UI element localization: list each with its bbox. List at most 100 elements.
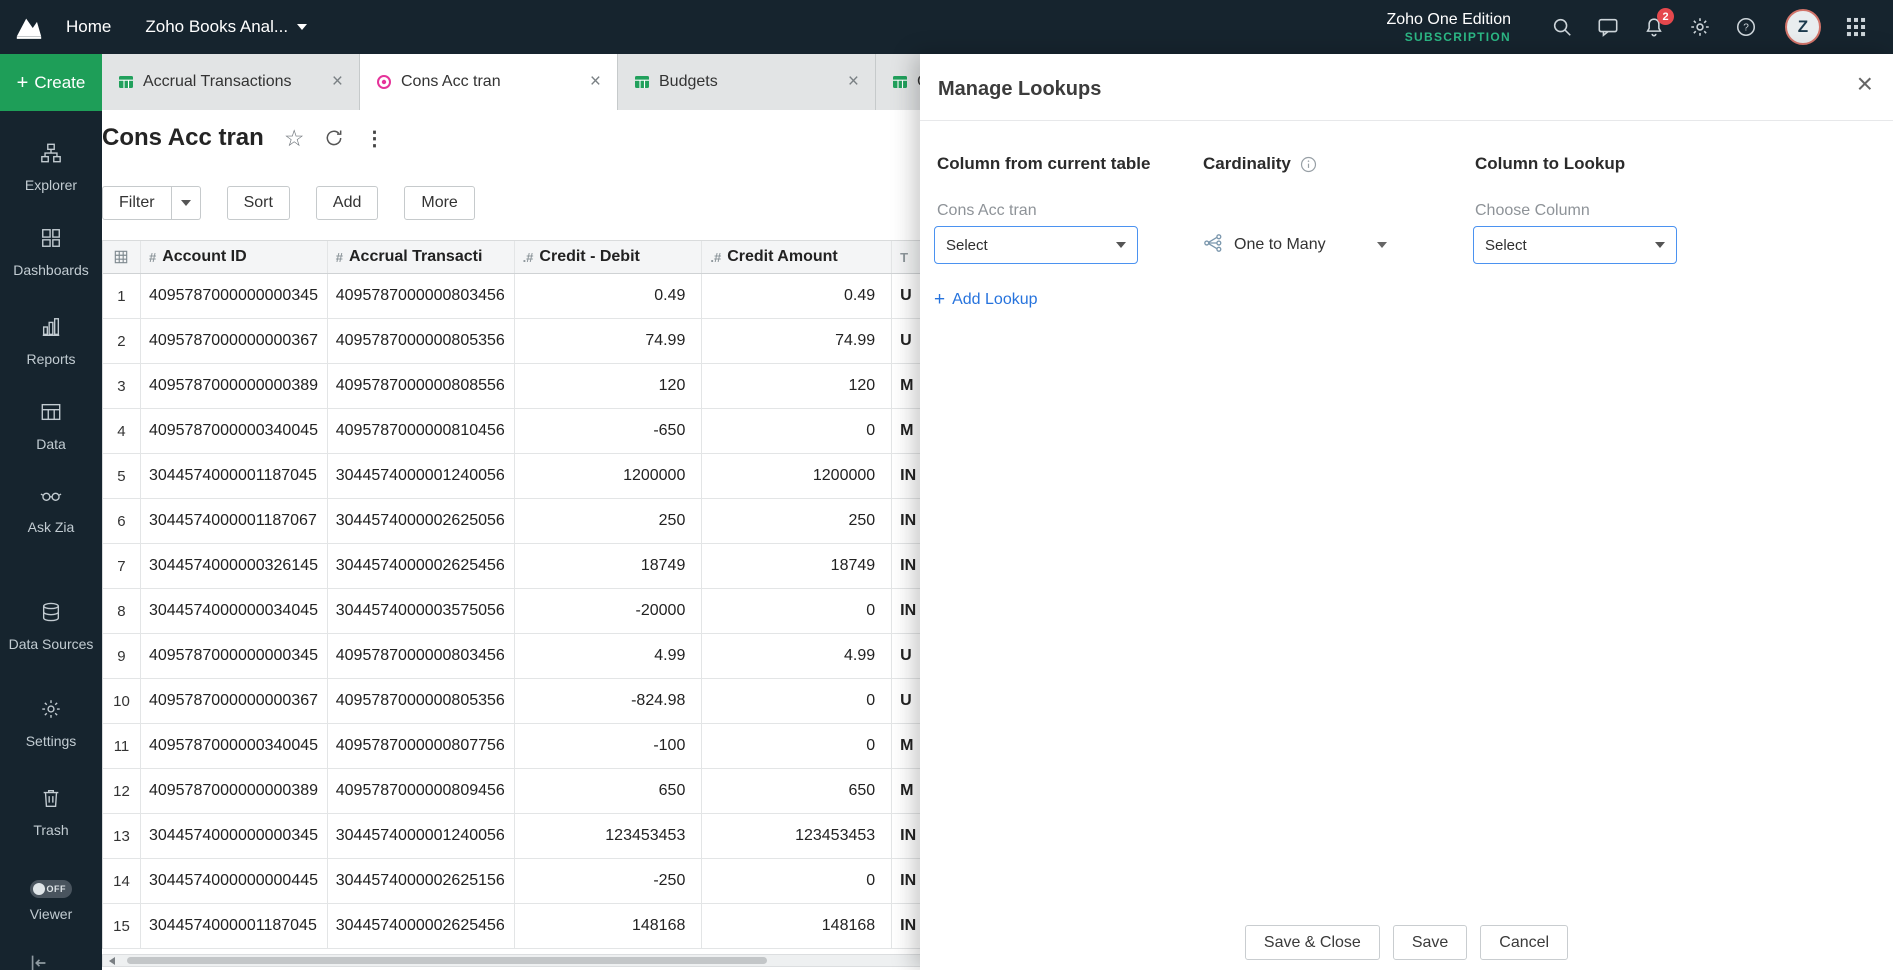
cell-credit-debit: 148168 (515, 904, 703, 948)
filter-button[interactable]: Filter (102, 186, 172, 220)
choose-column-label: Choose Column (1475, 202, 1590, 219)
column-header-credit-debit[interactable]: .# Credit - Debit (515, 241, 703, 273)
cell-accrual-transaction: 3044574000002625456 (328, 904, 515, 948)
close-icon[interactable]: × (846, 71, 861, 93)
sidebar-item-label: Dashboards (13, 262, 89, 278)
feedback-chat-icon[interactable] (1597, 16, 1619, 38)
modal-title: Manage Lookups (938, 78, 1102, 100)
cell-credit-debit: 1200000 (515, 454, 703, 498)
row-number: 14 (103, 859, 141, 903)
column-header-accrual-transacti[interactable]: # Accrual Transacti (328, 241, 515, 273)
table-row[interactable]: 8 3044574000000034045 3044574000003575056-… (103, 589, 1052, 634)
row-number: 10 (103, 679, 141, 723)
more-options-kebab-icon[interactable]: ⋮ (364, 126, 384, 151)
row-number: 4 (103, 409, 141, 453)
avatar[interactable]: Z (1785, 9, 1821, 45)
add-button[interactable]: Add (315, 186, 379, 220)
table-row[interactable]: 7 3044574000000326145 3044574000002625456 1… (103, 544, 1052, 589)
table-row[interactable]: 5 3044574000001187045 3044574000001240056 1… (103, 454, 1052, 499)
cardinality-select[interactable]: One to Many (1203, 226, 1387, 264)
notifications-bell-icon[interactable]: 2 (1643, 8, 1674, 38)
help-icon[interactable]: ? (1735, 16, 1757, 38)
column-from-current-table-header: Column from current table (937, 154, 1151, 173)
cancel-button[interactable]: Cancel (1480, 925, 1569, 960)
scroll-left-icon[interactable] (109, 957, 115, 965)
row-number: 9 (103, 634, 141, 678)
cell-credit-amount: 18749 (702, 544, 893, 588)
add-lookup-link[interactable]: + Add Lookup (934, 290, 1038, 309)
sidebar-item-viewer[interactable]: OFF Viewer (0, 880, 102, 923)
table-row[interactable]: 9 4095787000000000345 4095787000000803456 4… (103, 634, 1052, 679)
row-number: 13 (103, 814, 141, 858)
workspace-switcher[interactable]: Zoho Books Anal... (145, 17, 308, 37)
table-row[interactable]: 3 4095787000000000389 4095787000000808556 1… (103, 364, 1052, 409)
toggle-state-label: OFF (46, 884, 66, 894)
modal-footer: Save & Close Save Cancel (920, 925, 1893, 960)
sidebar: + Create Explorer Dashboards Reports Data As… (0, 54, 102, 970)
cell-account-id: 3044574000000000445 (141, 859, 328, 903)
collapse-sidebar-icon[interactable] (28, 952, 50, 970)
sidebar-item-dashboards[interactable]: Dashboards (0, 227, 102, 279)
info-icon[interactable] (1300, 156, 1317, 173)
row-number: 6 (103, 499, 141, 543)
cell-accrual-transaction: 3044574000001240056 (328, 454, 515, 498)
sidebar-item-explorer[interactable]: Explorer (0, 142, 102, 194)
cardinality-header: Cardinality (1203, 154, 1317, 174)
sidebar-item-label: Explorer (24, 177, 78, 193)
table-row[interactable]: 11 4095787000000340045 4095787000000807756… (103, 724, 1052, 769)
search-icon[interactable] (1551, 16, 1573, 38)
data-icon (40, 401, 62, 428)
table-row[interactable]: 12 4095787000000000389 4095787000000809456… (103, 769, 1052, 814)
select-all-grid-icon[interactable] (103, 241, 141, 273)
chevron-down-icon (297, 24, 308, 30)
subscription-link[interactable]: SUBSCRIPTION (1386, 30, 1511, 44)
home-link[interactable]: Home (66, 17, 111, 37)
sidebar-item-ask-zia[interactable]: Ask Zia (0, 484, 102, 536)
lookup-column-select[interactable]: Select (1473, 226, 1677, 264)
save-and-close-button[interactable]: Save & Close (1244, 925, 1380, 960)
close-icon[interactable]: × (588, 71, 603, 93)
column-header-credit-amount[interactable]: .# Credit Amount (702, 241, 893, 273)
sidebar-item-data-sources[interactable]: Data Sources (0, 601, 102, 653)
sort-button[interactable]: Sort (226, 186, 290, 220)
refresh-icon[interactable] (324, 128, 344, 148)
sidebar-item-settings[interactable]: Settings (0, 698, 102, 750)
close-icon[interactable]: × (330, 71, 345, 93)
column-header-account-id[interactable]: # Account ID (141, 241, 328, 273)
more-button[interactable]: More (404, 186, 475, 220)
scroll-thumb[interactable] (127, 957, 767, 964)
filter-dropdown-button[interactable] (171, 186, 201, 220)
cell-credit-debit: -824.98 (515, 679, 703, 723)
table-row[interactable]: 4 4095787000000340045 4095787000000810456-… (103, 409, 1052, 454)
cell-accrual-transaction: 3044574000001240056 (328, 814, 515, 858)
apps-grid-icon[interactable] (1845, 16, 1867, 38)
cell-credit-amount: 123453453 (702, 814, 893, 858)
table-row[interactable]: 13 3044574000000000345 3044574000001240056… (103, 814, 1052, 859)
viewer-toggle[interactable]: OFF (30, 880, 72, 898)
settings-gear-icon[interactable] (1689, 16, 1711, 38)
table-row[interactable]: 1 4095787000000000345 4095787000000803456 0… (103, 274, 1052, 319)
table-row[interactable]: 15 3044574000001187045 3044574000002625456… (103, 904, 1052, 949)
caret-down-icon (1655, 242, 1665, 248)
sidebar-item-data[interactable]: Data (0, 401, 102, 453)
sidebar-nav: Explorer Dashboards Reports Data Ask Zia Data… (0, 54, 102, 970)
settings-icon (40, 698, 62, 725)
sidebar-item-trash[interactable]: Trash (0, 787, 102, 839)
caret-down-icon (1376, 242, 1387, 248)
table-row[interactable]: 14 3044574000000000445 3044574000002625156… (103, 859, 1052, 904)
table-row[interactable]: 10 4095787000000000367 4095787000000805356… (103, 679, 1052, 724)
tab-budgets[interactable]: Budgets × (618, 54, 876, 110)
horizontal-scrollbar[interactable] (102, 954, 1002, 967)
tab-accrual-transactions[interactable]: Accrual Transactions × (102, 54, 360, 110)
zoho-analytics-logo[interactable] (14, 12, 44, 42)
favorite-star-icon[interactable]: ☆ (284, 125, 305, 152)
current-column-select[interactable]: Select (934, 226, 1138, 264)
cell-credit-debit: 120 (515, 364, 703, 408)
table-row[interactable]: 6 3044574000001187067 3044574000002625056 2… (103, 499, 1052, 544)
cardinality-header-label: Cardinality (1203, 154, 1291, 173)
sidebar-item-reports[interactable]: Reports (0, 316, 102, 368)
tab-cons-acc-tran[interactable]: Cons Acc tran × (360, 54, 618, 110)
save-button[interactable]: Save (1392, 925, 1468, 960)
table-row[interactable]: 2 4095787000000000367 4095787000000805356 7… (103, 319, 1052, 364)
close-icon[interactable]: × (1857, 70, 1873, 98)
